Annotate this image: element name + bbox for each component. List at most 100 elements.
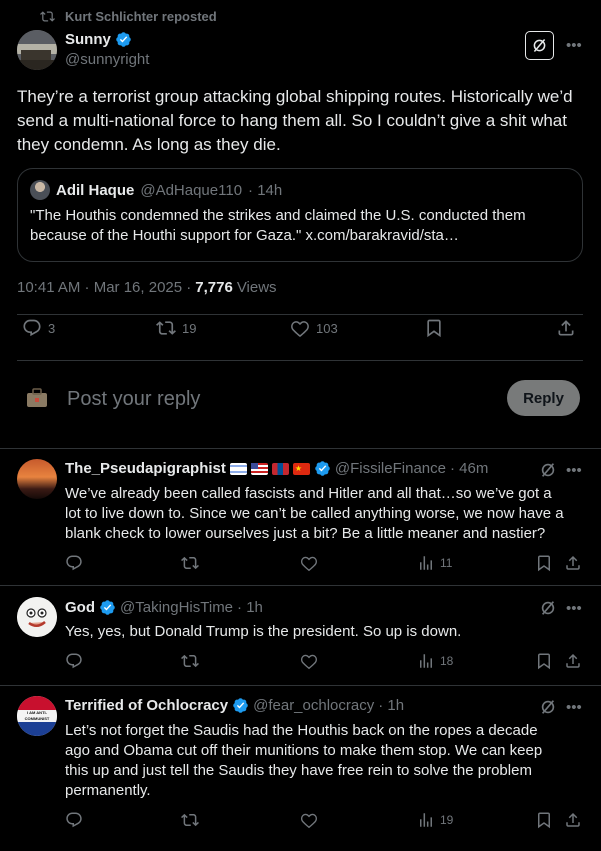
quote-author-handle[interactable]: @AdHaque110 (140, 182, 242, 199)
verified-badge-icon (233, 698, 248, 713)
heart-icon (290, 318, 310, 338)
briefcase-avatar-icon (26, 388, 48, 408)
grok-icon[interactable] (539, 461, 557, 479)
reply-author-handle[interactable]: @TakingHisTime (120, 599, 233, 616)
verified-badge-icon (100, 600, 115, 615)
quoted-tweet[interactable]: Adil Haque @AdHaque110 · 14h "The Houthi… (17, 168, 583, 262)
repost-icon (40, 9, 55, 24)
author-name-row[interactable]: Sunny (65, 31, 132, 48)
reply-actions: 18 (65, 652, 585, 672)
reply-author-handle[interactable]: @FissileFinance (335, 460, 446, 477)
bookmark-icon[interactable] (535, 811, 553, 829)
flag-israel-icon (229, 462, 247, 475)
avatar[interactable] (17, 597, 57, 637)
quote-time: · 14h (248, 181, 283, 199)
like-button[interactable]: 103 (290, 318, 338, 338)
bookmark-icon[interactable] (535, 554, 553, 572)
views-label: Views (236, 279, 277, 296)
share-button[interactable] (556, 318, 576, 338)
quote-text: "The Houthis condemned the strikes and c… (30, 207, 526, 244)
quote-avatar[interactable] (30, 180, 50, 200)
divider (17, 360, 583, 361)
reply-author-handle[interactable]: @fear_ochlocracy (253, 697, 374, 714)
verified-badge-icon (115, 31, 132, 48)
repost-icon[interactable] (181, 652, 199, 670)
view-count: 7,776 (195, 279, 233, 296)
repost-button[interactable]: 19 (156, 318, 196, 338)
repost-count: 19 (182, 320, 197, 336)
reply-tweet[interactable]: I AM ANTI-COMMUNIST Terrified of Ochlocr… (0, 686, 601, 851)
more-options-icon[interactable]: ••• (566, 38, 582, 53)
reply-actions: 11 (65, 554, 585, 574)
reply-composer: Post your reply Reply (0, 362, 601, 448)
more-options-icon[interactable]: ••• (566, 700, 582, 715)
share-icon[interactable] (564, 652, 582, 670)
reply-input[interactable]: Post your reply (67, 388, 200, 411)
flag-usa-icon (250, 462, 268, 475)
analytics-icon (420, 813, 432, 827)
more-options-icon[interactable]: ••• (566, 601, 582, 616)
share-icon[interactable] (564, 554, 582, 572)
flag-mongolia-icon (271, 462, 289, 475)
tweet-meta: 10:41 AM · Mar 16, 2025 · 7,776 Views (17, 279, 277, 296)
timestamp[interactable]: 10:41 AM · Mar 16, 2025 · (17, 279, 191, 296)
more-options-icon[interactable]: ••• (566, 463, 582, 478)
heart-icon[interactable] (300, 811, 318, 829)
share-icon (556, 318, 576, 338)
reply-time: · 46m (449, 460, 489, 477)
analytics-icon (420, 556, 432, 570)
share-icon[interactable] (564, 811, 582, 829)
repost-icon[interactable] (181, 554, 199, 572)
reply-time: · 1h (378, 697, 405, 714)
repost-icon (156, 318, 176, 338)
reply-icon[interactable] (65, 554, 83, 572)
avatar[interactable] (17, 459, 57, 499)
divider (17, 314, 583, 315)
avatar-badge-text: I AM ANTI-COMMUNIST (24, 710, 50, 721)
quote-header: Adil Haque @AdHaque110 · 14h (30, 180, 570, 200)
reply-tweet[interactable]: God @TakingHisTime · 1h ••• Yes, yes, bu… (0, 586, 601, 685)
views-button[interactable]: 18 (417, 652, 453, 670)
bookmark-button[interactable] (424, 318, 444, 338)
views-button[interactable]: 19 (417, 811, 453, 829)
reply-view-count: 18 (440, 654, 454, 668)
flag-china-icon: ★ (292, 462, 310, 475)
reply-header: The_Pseudapigraphist ★ @FissileFinance ·… (65, 460, 488, 477)
reply-text: Yes, yes, but Donald Trump is the presid… (65, 623, 462, 640)
reply-count: 3 (48, 320, 56, 336)
repost-text: Kurt Schlichter reposted (65, 9, 217, 24)
reply-icon[interactable] (65, 652, 83, 670)
reply-time: · 1h (237, 599, 263, 616)
reply-header: God @TakingHisTime · 1h (65, 599, 263, 616)
heart-icon[interactable] (300, 554, 318, 572)
reply-text: Let’s not forget the Saudis had the Hout… (65, 722, 543, 799)
reply-author-name[interactable]: God (65, 599, 95, 616)
grok-icon[interactable] (539, 599, 557, 617)
author-name[interactable]: Sunny (65, 31, 111, 48)
reply-icon[interactable] (65, 811, 83, 829)
repost-indicator[interactable]: Kurt Schlichter reposted (40, 9, 217, 24)
reply-actions: 19 (65, 811, 585, 831)
reply-author-name[interactable]: Terrified of Ochlocracy (65, 697, 228, 714)
reply-icon (22, 318, 42, 338)
reply-button[interactable]: 3 (22, 318, 55, 338)
heart-icon[interactable] (300, 652, 318, 670)
reply-author-name[interactable]: The_Pseudapigraphist (65, 460, 226, 477)
reply-submit-button[interactable]: Reply (507, 380, 580, 416)
verified-badge-icon (315, 461, 330, 476)
author-handle[interactable]: @sunnyright (65, 51, 149, 68)
reply-text: We’ve already been called fascists and H… (65, 485, 564, 542)
grok-button[interactable] (525, 31, 554, 60)
like-count: 103 (316, 320, 338, 336)
grok-icon[interactable] (539, 698, 557, 716)
avatar[interactable] (17, 30, 57, 70)
repost-icon[interactable] (181, 811, 199, 829)
quote-author-name[interactable]: Adil Haque (56, 182, 134, 199)
reply-tweet[interactable]: The_Pseudapigraphist ★ @FissileFinance ·… (0, 449, 601, 585)
views-button[interactable]: 11 (417, 554, 452, 572)
reply-view-count: 19 (440, 813, 454, 827)
avatar[interactable]: I AM ANTI-COMMUNIST (17, 696, 57, 736)
bookmark-icon[interactable] (535, 652, 553, 670)
analytics-icon (420, 654, 432, 668)
grok-icon (531, 37, 548, 54)
